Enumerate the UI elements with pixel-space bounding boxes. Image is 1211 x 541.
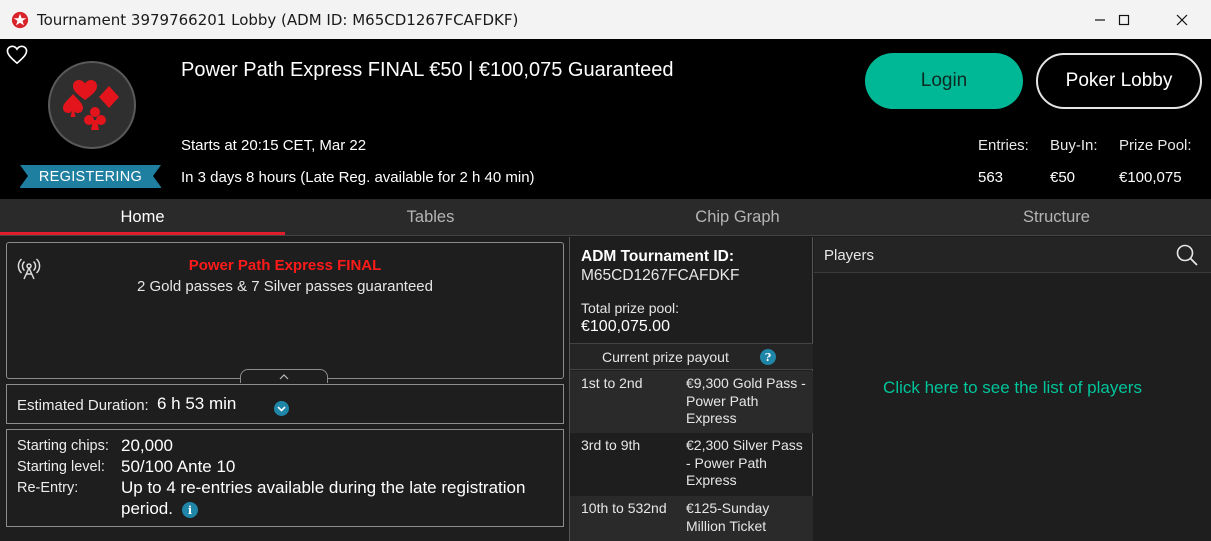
pokerstars-logo-icon [11, 11, 29, 29]
duration-expand-button[interactable] [274, 401, 289, 416]
tab-tables[interactable]: Tables [288, 199, 573, 236]
payout-header-label: Current prize payout [602, 349, 729, 365]
tournament-details-column: ADM Tournament ID: M65CD1267FCAFDKF Tota… [569, 237, 813, 541]
estimated-duration-value: 6 h 53 min [157, 394, 237, 413]
show-players-link[interactable]: Click here to see the list of players [814, 378, 1211, 398]
payout-header: Current prize payout ? [570, 343, 813, 370]
payout-help-icon[interactable]: ? [760, 349, 776, 365]
status-badge: REGISTERING [20, 165, 161, 188]
tournament-header: REGISTERING Power Path Express FINAL €50… [0, 39, 1211, 199]
countdown-text: In 3 days 8 hours (Late Reg. available f… [181, 169, 535, 186]
tab-chip-graph[interactable]: Chip Graph [595, 199, 880, 236]
window-title: Tournament 3979766201 Lobby (ADM ID: M65… [37, 11, 519, 29]
close-icon [1176, 14, 1188, 25]
reentry-label: Re-Entry: [17, 480, 79, 496]
tournament-suits-logo [48, 61, 136, 149]
prize-pool-value: €100,075 [1119, 169, 1182, 186]
login-button[interactable]: Login [865, 53, 1023, 109]
collapse-toggle[interactable] [240, 369, 328, 383]
starting-level-label: Starting level: [17, 459, 105, 475]
starting-level-value: 50/100 Ante 10 [121, 457, 236, 476]
players-title: Players [824, 247, 875, 264]
tab-home[interactable]: Home [0, 199, 285, 236]
prize-pool-label: Prize Pool: [1119, 137, 1192, 154]
favorite-heart-icon[interactable] [6, 45, 28, 65]
payout-prize: €2,300 Silver Pass - Power Path Express [686, 437, 803, 488]
total-prize-pool-value: €100,075.00 [581, 318, 670, 335]
chevron-down-icon [277, 406, 286, 412]
payout-place: 10th to 532nd [581, 500, 667, 516]
adm-id-label: ADM Tournament ID: [581, 248, 734, 265]
tournament-info-panel: Power Path Express FINAL 2 Gold passes &… [6, 242, 564, 383]
payout-row: 3rd to 9th €2,300 Silver Pass - Power Pa… [570, 433, 813, 496]
start-time: Starts at 20:15 CET, Mar 22 [181, 137, 367, 154]
tournament-name: Power Path Express FINAL €50 | €100,075 … [181, 59, 674, 81]
chevron-up-icon [279, 373, 289, 379]
tournament-lobby-window: Tournament 3979766201 Lobby (ADM ID: M65… [0, 0, 1211, 541]
buyin-value: €50 [1050, 169, 1076, 186]
adm-id-value: M65CD1267FCAFDKF [581, 267, 740, 284]
search-icon[interactable] [1175, 243, 1199, 267]
maximize-button[interactable] [1101, 0, 1147, 39]
starting-chips-value: 20,000 [121, 436, 173, 455]
card-suits-icon [63, 80, 119, 130]
buyin-label: Buy-In: [1050, 137, 1098, 154]
estimated-duration-label: Estimated Duration: [17, 397, 149, 414]
maximize-icon [1118, 14, 1130, 25]
starting-chips-label: Starting chips: [17, 438, 109, 454]
payout-row: 1st to 2nd €9,300 Gold Pass - Power Path… [570, 371, 813, 433]
info-title: Power Path Express FINAL [188, 257, 382, 274]
poker-lobby-button[interactable]: Poker Lobby [1036, 53, 1202, 109]
tab-bar: Home Tables Chip Graph Structure [0, 199, 1211, 236]
starting-info-panel: Starting chips: 20,000 Starting level: 5… [6, 429, 564, 527]
payout-place: 1st to 2nd [581, 375, 643, 391]
payout-place: 3rd to 9th [581, 437, 641, 453]
total-prize-pool-label: Total prize pool: [581, 300, 680, 316]
payout-prize: €125-Sunday Million Ticket [686, 500, 770, 534]
close-button[interactable] [1159, 0, 1205, 39]
entries-label: Entries: [978, 137, 1029, 154]
tab-structure[interactable]: Structure [914, 199, 1199, 236]
info-subtitle: 2 Gold passes & 7 Silver passes guarante… [136, 278, 433, 295]
players-header: Players [814, 237, 1211, 273]
payout-row: 10th to 532nd €125-Sunday Million Ticket [570, 496, 813, 541]
payout-prize: €9,300 Gold Pass - Power Path Express [686, 375, 806, 426]
players-panel: Players Click here to see the list of pl… [814, 237, 1211, 541]
reentry-value-line1: Up to 4 re-entries available during the … [121, 478, 526, 497]
entries-value: 563 [978, 169, 1004, 186]
title-bar: Tournament 3979766201 Lobby (ADM ID: M65… [0, 0, 1211, 39]
home-content: Power Path Express FINAL 2 Gold passes &… [0, 237, 1211, 541]
reentry-value-line2: period. [121, 499, 173, 518]
reentry-info-icon[interactable]: i [182, 502, 198, 518]
active-tab-indicator [0, 232, 285, 235]
